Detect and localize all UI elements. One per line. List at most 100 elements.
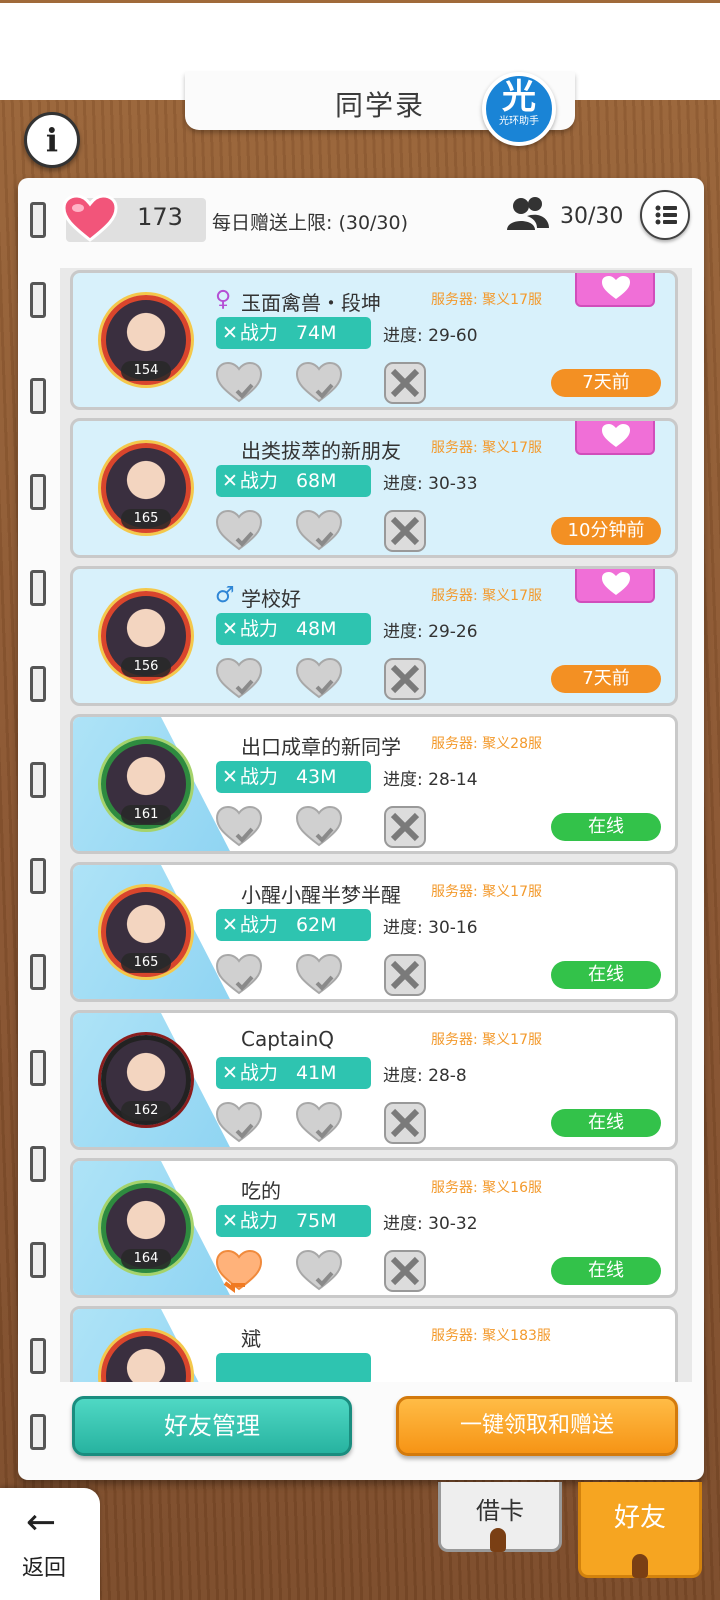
- power-value: 48M: [295, 618, 337, 640]
- gift-heart-tag[interactable]: [575, 273, 655, 307]
- power-label: 战力: [239, 1210, 278, 1232]
- friend-card[interactable]: 161 出口成章的新同学 服务器: 聚义28服 ✕ 战力 43M 进度: 28-14…: [70, 714, 678, 854]
- binding-ring: [30, 202, 46, 238]
- friend-server: 服务器: 聚义16服: [431, 1180, 542, 1196]
- power-label: 战力: [239, 766, 278, 788]
- friend-server: 服务器: 聚义183服: [431, 1328, 551, 1344]
- power-badge: ✕ 战力 68M: [216, 465, 371, 497]
- swords-icon: ✕: [222, 470, 238, 492]
- friend-progress: 进度: 28-8: [383, 1066, 467, 1086]
- tab-friends-label: 好友: [613, 1503, 666, 1533]
- online-badge: 在线: [551, 813, 661, 841]
- binding-ring: [30, 666, 46, 702]
- friend-progress: 进度: 29-60: [383, 326, 478, 346]
- battle-swords-icon[interactable]: [381, 361, 429, 405]
- online-badge: 在线: [551, 961, 661, 989]
- friend-server: 服务器: 聚义17服: [431, 440, 542, 456]
- power-label: 战力: [239, 322, 278, 344]
- binding-ring: [30, 762, 46, 798]
- swords-icon: ✕: [222, 1062, 238, 1084]
- send-heart-icon[interactable]: [295, 1249, 343, 1293]
- list-menu-button[interactable]: [640, 190, 690, 240]
- battle-swords-icon[interactable]: [381, 1249, 429, 1293]
- gift-heart-tag[interactable]: [575, 569, 655, 603]
- info-icon: i: [45, 121, 59, 159]
- battle-swords-icon[interactable]: [381, 509, 429, 553]
- online-badge: 在线: [551, 1109, 661, 1137]
- swords-icon: ✕: [222, 322, 238, 344]
- binding-ring: [30, 378, 46, 414]
- friend-progress: 进度: 28-14: [383, 770, 478, 790]
- friend-list[interactable]: 154 ♀ 玉面禽兽・段坤 服务器: 聚义17服 ✕ 战力 74M 进度: 29-6…: [60, 268, 692, 1382]
- receive-heart-icon[interactable]: [215, 657, 263, 701]
- friend-card[interactable]: 162 CaptainQ 服务器: 聚义17服 ✕ 战力 41M 进度: 28-8 …: [70, 1010, 678, 1150]
- back-button[interactable]: ← 返回: [0, 1488, 100, 1600]
- binding-ring: [30, 1050, 46, 1086]
- send-heart-icon[interactable]: [295, 361, 343, 405]
- friend-progress: 进度: 30-33: [383, 474, 478, 494]
- friend-name: 小醒小醒半梦半醒: [241, 883, 401, 907]
- avatar-level: 162: [121, 1101, 171, 1121]
- friend-server: 服务器: 聚义28服: [431, 736, 542, 752]
- binding-ring: [30, 570, 46, 606]
- friend-name: 吃的: [241, 1179, 281, 1203]
- friend-card[interactable]: 164 吃的 服务器: 聚义16服 ✕ 战力 75M 进度: 30-32 在线: [70, 1158, 678, 1298]
- friend-card[interactable]: 斌 服务器: 聚义183服: [70, 1306, 678, 1382]
- friend-server: 服务器: 聚义17服: [431, 588, 542, 604]
- power-badge: ✕ 战力 48M: [216, 613, 371, 645]
- battle-swords-icon[interactable]: [381, 805, 429, 849]
- last-online-badge: 7天前: [551, 369, 661, 397]
- gift-heart-tag[interactable]: [575, 421, 655, 455]
- friend-name: 玉面禽兽・段坤: [241, 291, 381, 315]
- friend-card[interactable]: 165 出类拔萃的新朋友 服务器: 聚义17服 ✕ 战力 68M 进度: 30-33…: [70, 418, 678, 558]
- send-heart-icon[interactable]: [295, 657, 343, 701]
- friend-name: CaptainQ: [241, 1027, 334, 1051]
- avatar-level: 165: [121, 509, 171, 529]
- last-online-badge: 10分钟前: [551, 517, 661, 545]
- send-heart-icon[interactable]: [295, 805, 343, 849]
- receive-heart-icon[interactable]: [215, 805, 263, 849]
- receive-heart-icon[interactable]: [215, 953, 263, 997]
- pin-icon: [490, 1528, 506, 1552]
- battle-swords-icon[interactable]: [381, 657, 429, 701]
- power-badge: ✕ 战力 62M: [216, 909, 371, 941]
- avatar-level: 154: [121, 361, 171, 381]
- guanghuan-logo[interactable]: 光 光环助手: [482, 72, 556, 146]
- friend-manage-button[interactable]: 好友管理: [72, 1396, 352, 1456]
- power-value: 68M: [295, 470, 337, 492]
- friend-card[interactable]: 156 ♂ 学校好 服务器: 聚义17服 ✕ 战力 48M 进度: 29-26 7天…: [70, 566, 678, 706]
- return-heart-icon[interactable]: [215, 1249, 263, 1293]
- info-button[interactable]: i: [24, 112, 80, 168]
- send-heart-icon[interactable]: [295, 953, 343, 997]
- binding-ring: [30, 1242, 46, 1278]
- receive-heart-icon[interactable]: [215, 1101, 263, 1145]
- power-value: 41M: [295, 1062, 337, 1084]
- heart-icon: [62, 194, 118, 242]
- power-badge: ✕ 战力 43M: [216, 761, 371, 793]
- binding-ring: [30, 1338, 46, 1374]
- battle-swords-icon[interactable]: [381, 1101, 429, 1145]
- send-heart-icon[interactable]: [295, 509, 343, 553]
- friend-card[interactable]: 165 小醒小醒半梦半醒 服务器: 聚义17服 ✕ 战力 62M 进度: 30-16…: [70, 862, 678, 1002]
- receive-heart-icon[interactable]: [215, 361, 263, 405]
- tab-borrow-label: 借卡: [476, 1497, 524, 1525]
- friend-name: 学校好: [241, 587, 301, 611]
- logo-char: 光: [502, 77, 536, 117]
- collect-and-send-button[interactable]: 一键领取和赠送: [396, 1396, 678, 1456]
- friend-card[interactable]: 154 ♀ 玉面禽兽・段坤 服务器: 聚义17服 ✕ 战力 74M 进度: 29-6…: [70, 270, 678, 410]
- online-badge: 在线: [551, 1257, 661, 1285]
- friend-name: 出类拔萃的新朋友: [241, 439, 401, 463]
- gift-heart-icon: [602, 572, 630, 595]
- send-heart-icon[interactable]: [295, 1101, 343, 1145]
- friend-name: 出口成章的新同学: [241, 735, 401, 759]
- friend-server: 服务器: 聚义17服: [431, 884, 542, 900]
- battle-swords-icon[interactable]: [381, 953, 429, 997]
- avatar-level: 164: [121, 1249, 171, 1269]
- power-value: 74M: [295, 322, 337, 344]
- binding-ring: [30, 282, 46, 318]
- friends-icon: [507, 197, 549, 230]
- power-badge: ✕ 战力 74M: [216, 317, 371, 349]
- receive-heart-icon[interactable]: [215, 509, 263, 553]
- friends-count: 30/30: [560, 204, 624, 229]
- back-label: 返回: [22, 1556, 67, 1581]
